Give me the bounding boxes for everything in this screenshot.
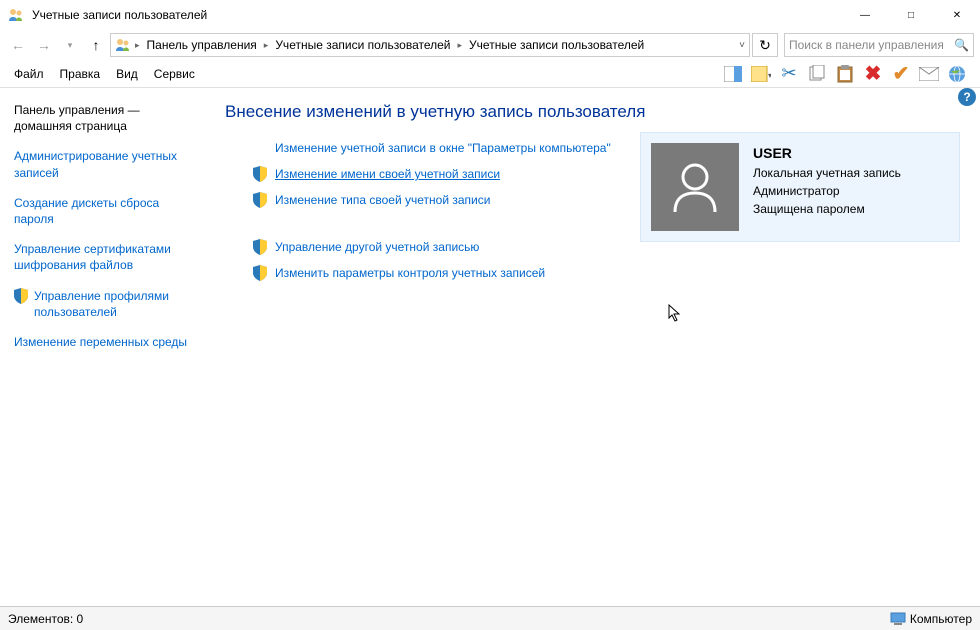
search-input[interactable]: [789, 38, 954, 52]
crumb-1[interactable]: Учетные записи пользователей: [272, 37, 453, 53]
crumb-root[interactable]: Панель управления: [144, 37, 260, 53]
shield-icon: [253, 265, 267, 281]
titlebar: Учетные записи пользователей — □ ✕: [0, 0, 980, 30]
status-elements: Элементов: 0: [8, 612, 83, 626]
crumb-2[interactable]: Учетные записи пользователей: [466, 37, 647, 53]
action-uac-settings[interactable]: Изменить параметры контроля учетных запи…: [253, 265, 960, 281]
app-icon: [8, 7, 24, 23]
toolbar: ▾ ✂ ✖ ✔: [722, 63, 974, 85]
globe-icon[interactable]: [946, 63, 968, 85]
user-info: USER Локальная учетная запись Администра…: [753, 143, 901, 231]
user-password-status: Защищена паролем: [753, 200, 901, 218]
menu-service[interactable]: Сервис: [146, 64, 203, 84]
sidebar: Панель управления — домашняя страница Ад…: [0, 88, 205, 606]
user-name: USER: [753, 143, 901, 164]
users-icon: [115, 37, 131, 53]
mail-icon[interactable]: [918, 63, 940, 85]
minimize-button[interactable]: —: [842, 0, 888, 30]
user-role: Администратор: [753, 182, 901, 200]
paste-icon[interactable]: [834, 63, 856, 85]
forward-button[interactable]: →: [32, 33, 56, 57]
shield-icon: [14, 288, 28, 320]
sidebar-item-certs[interactable]: Управление сертификатами шифрования файл…: [14, 241, 195, 273]
address-bar: ← → ▾ ↑ ▸ Панель управления ▸ Учетные за…: [0, 30, 980, 60]
back-button[interactable]: ←: [6, 33, 30, 57]
pane-icon[interactable]: [722, 63, 744, 85]
sidebar-item-env[interactable]: Изменение переменных среды: [14, 334, 195, 350]
copy-icon[interactable]: [806, 63, 828, 85]
view-icon[interactable]: ▾: [750, 63, 772, 85]
user-card: USER Локальная учетная запись Администра…: [640, 132, 960, 242]
cursor-icon: [668, 304, 684, 324]
shield-icon: [253, 192, 267, 208]
breadcrumb[interactable]: ▸ Панель управления ▸ Учетные записи пол…: [110, 33, 750, 57]
up-button[interactable]: ↑: [84, 33, 108, 57]
recent-button[interactable]: ▾: [58, 33, 82, 57]
shield-icon: [253, 239, 267, 255]
sidebar-item-reset-disk[interactable]: Создание дискеты сброса пароля: [14, 195, 195, 227]
menu-file[interactable]: Файл: [6, 64, 52, 84]
computer-icon: [890, 612, 906, 626]
refresh-button[interactable]: ↻: [752, 33, 778, 57]
main-panel: Внесение изменений в учетную запись поль…: [205, 88, 980, 606]
sidebar-item-profiles[interactable]: Управление профилями пользователей: [14, 288, 195, 320]
window-title: Учетные записи пользователей: [32, 8, 842, 22]
status-computer: Компьютер: [890, 612, 972, 626]
sidebar-item-admin[interactable]: Администрирование учетных записей: [14, 148, 195, 180]
delete-icon[interactable]: ✖: [862, 63, 884, 85]
search-box[interactable]: 🔍: [784, 33, 974, 57]
actions-group-2: Управление другой учетной записью Измени…: [225, 239, 960, 281]
menu-view[interactable]: Вид: [108, 64, 146, 84]
shield-icon: [253, 166, 267, 182]
user-account-type: Локальная учетная запись: [753, 164, 901, 182]
page-heading: Внесение изменений в учетную запись поль…: [225, 102, 960, 122]
status-bar: Элементов: 0 Компьютер: [0, 606, 980, 630]
avatar: [651, 143, 739, 231]
check-icon[interactable]: ✔: [890, 63, 912, 85]
path-dropdown-icon[interactable]: ˅: [739, 40, 745, 51]
cut-icon[interactable]: ✂: [778, 63, 800, 85]
window-controls: — □ ✕: [842, 0, 980, 30]
search-icon[interactable]: 🔍: [954, 38, 969, 52]
body: ? Панель управления — домашняя страница …: [0, 88, 980, 606]
menu-edit[interactable]: Правка: [52, 64, 109, 84]
menu-bar: Файл Правка Вид Сервис ▾ ✂ ✖ ✔: [0, 60, 980, 88]
sidebar-home[interactable]: Панель управления — домашняя страница: [14, 102, 195, 134]
close-button[interactable]: ✕: [934, 0, 980, 30]
maximize-button[interactable]: □: [888, 0, 934, 30]
svg-text:▾: ▾: [768, 71, 771, 80]
